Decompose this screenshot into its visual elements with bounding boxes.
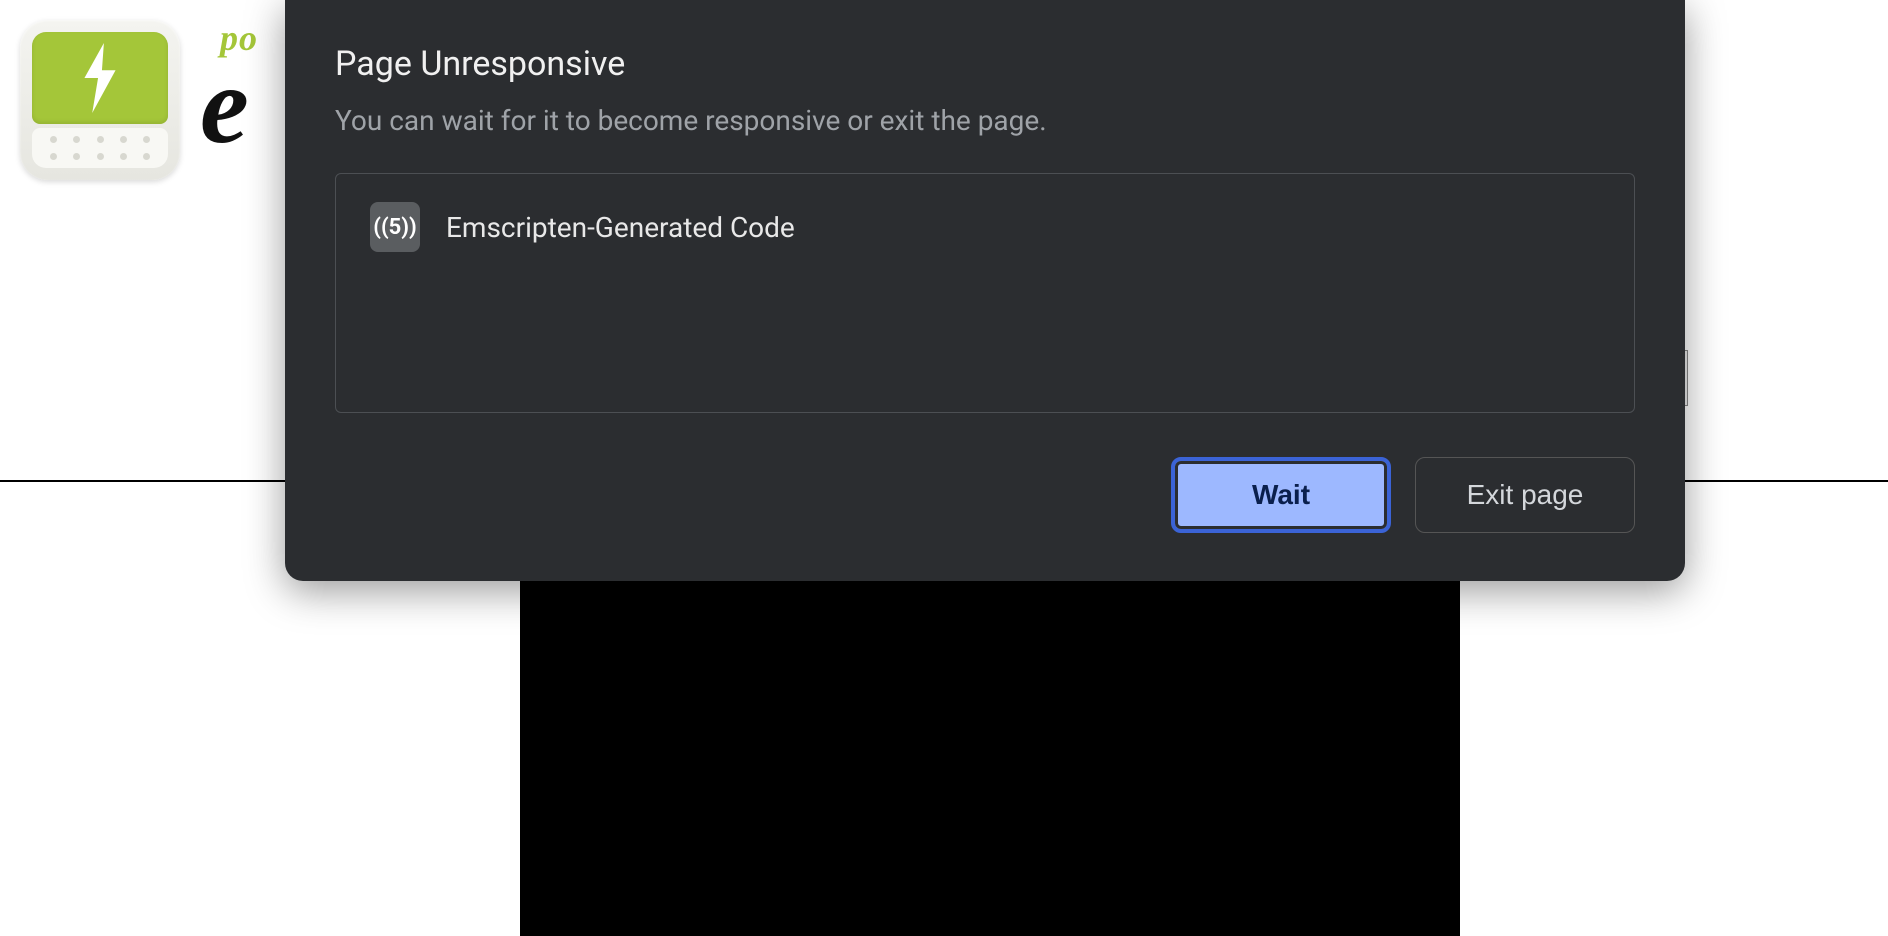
dialog-message: You can wait for it to become responsive…	[335, 104, 1635, 137]
exit-page-button[interactable]: Exit page	[1415, 457, 1635, 533]
app-logo-icon	[20, 20, 180, 180]
process-row[interactable]: ((5)) Emscripten-Generated Code	[370, 202, 1600, 252]
logo-main-fragment: e	[200, 56, 258, 155]
dialog-button-row: Wait Exit page	[335, 457, 1635, 533]
keyboard-dots-icon	[32, 128, 168, 168]
wait-button[interactable]: Wait	[1171, 457, 1391, 533]
process-name: Emscripten-Generated Code	[446, 211, 795, 244]
page-background: po e Fullscreen Page Unresponsive You ca…	[0, 0, 1888, 936]
dialog-title: Page Unresponsive	[335, 44, 1635, 84]
process-favicon-icon: ((5))	[370, 202, 420, 252]
unresponsive-dialog: Page Unresponsive You can wait for it to…	[285, 0, 1685, 581]
process-list: ((5)) Emscripten-Generated Code	[335, 173, 1635, 413]
bolt-icon	[32, 32, 168, 124]
logo-text: po e	[200, 20, 258, 155]
